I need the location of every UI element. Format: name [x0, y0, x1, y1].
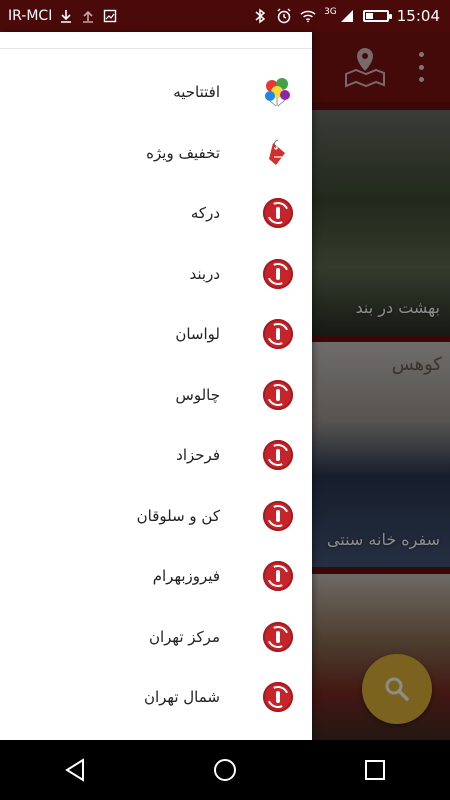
- home-icon[interactable]: [205, 750, 245, 790]
- place-icon: [262, 681, 294, 713]
- drawer-item-label: مرکز تهران: [148, 627, 220, 646]
- drawer-item[interactable]: لواسان: [0, 304, 312, 365]
- drawer-item-label: فرحزاد: [176, 446, 220, 465]
- balloons-icon: [262, 76, 294, 108]
- bluetooth-icon: [252, 8, 268, 24]
- drawer-item-label: تخفیف ویژه: [146, 143, 220, 162]
- battery-icon: [362, 10, 392, 22]
- drawer-item-label: دربند: [189, 264, 221, 283]
- place-icon: [262, 379, 294, 411]
- drawer-item[interactable]: کن و سلوقان: [0, 486, 312, 547]
- screenshot-icon: [102, 8, 118, 24]
- drawer-item-label: فیروزبهرام: [152, 567, 220, 586]
- drawer-item-label: افتتاحیه: [173, 83, 220, 102]
- drawer-item-label: درکه: [190, 204, 220, 223]
- place-icon: [262, 318, 294, 350]
- alarm-icon: [276, 8, 292, 24]
- drawer-item[interactable]: تخفیف ویژه: [0, 123, 312, 184]
- drawer-item-label: کن و سلوقان: [136, 506, 220, 525]
- place-icon: [262, 621, 294, 653]
- upload-icon: [80, 8, 96, 24]
- place-icon: [262, 500, 294, 532]
- place-icon: [262, 439, 294, 471]
- drawer-item[interactable]: افتتاحیه: [0, 62, 312, 123]
- drawer-divider: [0, 48, 312, 49]
- drawer-menu: افتتاحیه تخفیف ویژه درکه دربند لواسان چالوس فر…: [0, 62, 312, 728]
- time-label: 15:04: [396, 7, 440, 25]
- wifi-icon: [300, 8, 316, 24]
- discount-tag-icon: [262, 137, 294, 169]
- drawer-item-label: چالوس: [175, 385, 220, 404]
- drawer-item[interactable]: شمال تهران: [0, 667, 312, 728]
- drawer-item[interactable]: چالوس: [0, 365, 312, 426]
- drawer-item[interactable]: درکه: [0, 183, 312, 244]
- drawer-scrim[interactable]: [312, 32, 450, 740]
- place-icon: [262, 197, 294, 229]
- status-bar: IR-MCI 3G 15:04: [0, 0, 450, 32]
- drawer-item[interactable]: دربند: [0, 244, 312, 305]
- place-icon: [262, 258, 294, 290]
- signal-icon: [339, 8, 355, 24]
- network-type-label: 3G: [324, 7, 337, 17]
- place-icon: [262, 560, 294, 592]
- drawer-item-label: شمال تهران: [143, 688, 220, 707]
- system-navigation-bar: [0, 740, 450, 800]
- drawer-item[interactable]: فیروزبهرام: [0, 546, 312, 607]
- drawer-item-label: لواسان: [175, 325, 220, 344]
- navigation-drawer: افتتاحیه تخفیف ویژه درکه دربند لواسان چالوس فر…: [0, 32, 312, 740]
- recents-icon[interactable]: [355, 750, 395, 790]
- download-icon: [58, 8, 74, 24]
- drawer-item[interactable]: فرحزاد: [0, 425, 312, 486]
- drawer-item[interactable]: مرکز تهران: [0, 607, 312, 668]
- back-icon[interactable]: [55, 750, 95, 790]
- carrier-label: IR-MCI: [8, 8, 53, 24]
